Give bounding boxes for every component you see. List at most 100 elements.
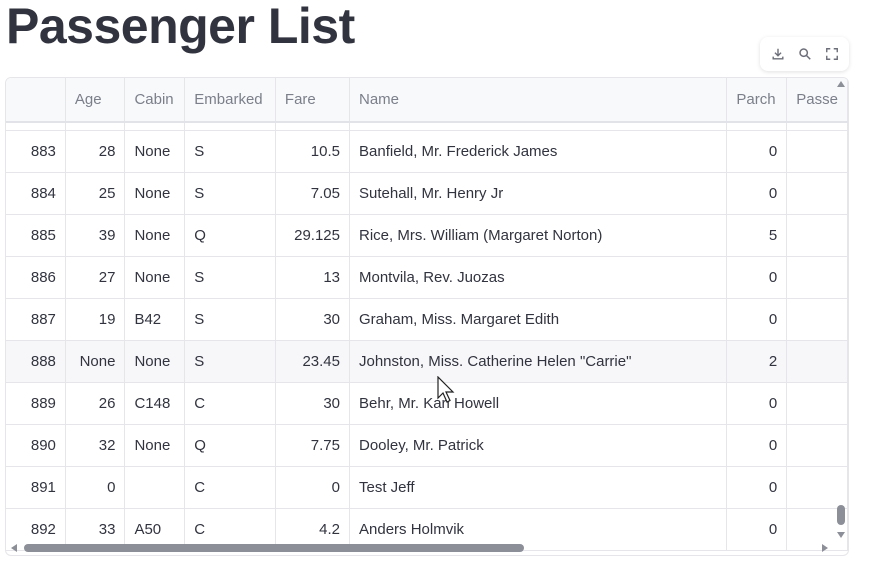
table-row[interactable]: 883 28 None S 10.5 Banfield, Mr. Frederick Ja… — [6, 130, 848, 173]
cell-age[interactable]: 19 — [65, 298, 126, 341]
scroll-down-arrow[interactable] — [837, 532, 845, 538]
cell-embarked[interactable]: Q — [184, 424, 276, 467]
table-row[interactable]: 889 26 C148 C 30 Behr, Mr. Karl Howell 0 — [6, 382, 848, 425]
column-header-age[interactable]: Age — [65, 78, 126, 123]
cell-parch[interactable]: 0 — [726, 130, 788, 173]
cell-cabin[interactable]: None — [124, 172, 186, 215]
cell-cabin[interactable]: None — [124, 424, 186, 467]
cell-age[interactable]: 28 — [65, 130, 126, 173]
row-index[interactable]: 886 — [6, 256, 66, 299]
column-header-embarked[interactable]: Embarked — [184, 78, 276, 123]
table-row[interactable]: 887 19 B42 S 30 Graham, Miss. Margaret Edith 0 — [6, 298, 848, 341]
cell-fare[interactable]: 30 — [275, 382, 351, 425]
cell-embarked[interactable]: Q — [184, 214, 276, 257]
cell-fare[interactable]: 13 — [275, 256, 351, 299]
cell-age[interactable]: 27 — [65, 256, 126, 299]
cell-name[interactable]: Banfield, Mr. Frederick James — [349, 130, 728, 173]
table-row[interactable]: 888 None None S 23.45 Johnston, Miss. Catheri… — [6, 340, 848, 383]
cell-embarked[interactable]: S — [184, 130, 276, 173]
row-index[interactable]: 890 — [6, 424, 66, 467]
cell-parch[interactable]: 5 — [726, 214, 788, 257]
cell-passengerid[interactable] — [786, 172, 848, 215]
cell-parch[interactable]: 0 — [726, 256, 788, 299]
cell-embarked[interactable]: S — [184, 298, 276, 341]
column-header-name[interactable]: Name — [349, 78, 728, 123]
fullscreen-button[interactable] — [821, 43, 843, 65]
cell-parch[interactable]: 0 — [726, 466, 788, 509]
cell-parch[interactable]: 0 — [726, 382, 788, 425]
cell-cabin[interactable]: None — [124, 340, 186, 383]
search-icon — [798, 48, 811, 60]
cell-name[interactable]: Test Jeff — [349, 466, 728, 509]
row-index[interactable]: 888 — [6, 340, 66, 383]
cell-parch[interactable]: 2 — [726, 340, 788, 383]
cell-name[interactable]: Dooley, Mr. Patrick — [349, 424, 728, 467]
cell-age[interactable]: 39 — [65, 214, 126, 257]
cell-embarked[interactable]: S — [184, 340, 276, 383]
search-button[interactable] — [794, 43, 816, 65]
cell-fare[interactable]: 10.5 — [275, 130, 351, 173]
column-header-fare[interactable]: Fare — [275, 78, 351, 123]
cell-fare[interactable]: 0 — [275, 466, 351, 509]
column-header-index[interactable] — [6, 78, 66, 123]
cell-parch[interactable]: 0 — [726, 172, 788, 215]
cell-cabin[interactable]: None — [124, 256, 186, 299]
table-row[interactable]: 885 39 None Q 29.125 Rice, Mrs. William (Marg… — [6, 214, 848, 257]
cell-fare[interactable]: 7.05 — [275, 172, 351, 215]
table-row[interactable]: 886 27 None S 13 Montvila, Rev. Juozas 0 — [6, 256, 848, 299]
cell-passengerid[interactable] — [786, 466, 848, 509]
cell-cabin[interactable]: None — [124, 130, 186, 173]
cell-parch[interactable]: 0 — [726, 424, 788, 467]
table-row[interactable]: 890 32 None Q 7.75 Dooley, Mr. Patrick 0 — [6, 424, 848, 467]
horizontal-scrollbar-thumb[interactable] — [24, 544, 524, 552]
scroll-left-arrow[interactable] — [11, 544, 17, 552]
table-row[interactable]: 884 25 None S 7.05 Sutehall, Mr. Henry Jr 0 — [6, 172, 848, 215]
cell-passengerid[interactable] — [786, 340, 848, 383]
cell-cabin[interactable] — [124, 466, 186, 509]
table-row[interactable]: 891 0 C 0 Test Jeff 0 — [6, 466, 848, 509]
cell-fare[interactable]: 7.75 — [275, 424, 351, 467]
row-index[interactable]: 884 — [6, 172, 66, 215]
row-index[interactable]: 889 — [6, 382, 66, 425]
cell-name[interactable]: Rice, Mrs. William (Margaret Norton) — [349, 214, 728, 257]
cell-passengerid[interactable] — [786, 424, 848, 467]
cell-cabin[interactable]: B42 — [124, 298, 186, 341]
cell-embarked[interactable]: S — [184, 172, 276, 215]
scroll-up-arrow[interactable] — [837, 81, 845, 87]
column-header-parch[interactable]: Parch — [726, 78, 788, 123]
cell-parch[interactable]: 0 — [726, 298, 788, 341]
cell-embarked[interactable]: C — [184, 382, 276, 425]
cell-name[interactable]: Sutehall, Mr. Henry Jr — [349, 172, 728, 215]
row-index[interactable]: 883 — [6, 130, 66, 173]
cell-passengerid[interactable] — [786, 256, 848, 299]
cell-age[interactable]: 26 — [65, 382, 126, 425]
cell-name[interactable]: Behr, Mr. Karl Howell — [349, 382, 728, 425]
cell-name[interactable]: Johnston, Miss. Catherine Helen "Carrie" — [349, 340, 728, 383]
passenger-table[interactable]: Age Cabin Embarked Fare Name Parch Passe… — [5, 77, 849, 556]
cell-name[interactable]: Montvila, Rev. Juozas — [349, 256, 728, 299]
row-index[interactable]: 887 — [6, 298, 66, 341]
vertical-scrollbar-thumb[interactable] — [837, 505, 845, 525]
cell-name[interactable]: Graham, Miss. Margaret Edith — [349, 298, 728, 341]
cell-age[interactable]: None — [65, 340, 126, 383]
cell-passengerid[interactable] — [786, 298, 848, 341]
scroll-right-arrow[interactable] — [822, 544, 828, 552]
cell-fare[interactable]: 23.45 — [275, 340, 351, 383]
cell-cabin[interactable]: C148 — [124, 382, 186, 425]
cell-cabin[interactable]: None — [124, 214, 186, 257]
row-index[interactable]: 891 — [6, 466, 66, 509]
cell-age[interactable]: 0 — [65, 466, 126, 509]
cell-embarked[interactable]: C — [184, 466, 276, 509]
cell-parch[interactable]: 0 — [726, 508, 788, 551]
row-index[interactable]: 885 — [6, 214, 66, 257]
download-button[interactable] — [767, 43, 789, 65]
cell-embarked[interactable]: S — [184, 256, 276, 299]
cell-age[interactable]: 25 — [65, 172, 126, 215]
column-header-cabin[interactable]: Cabin — [124, 78, 186, 123]
cell-passengerid[interactable] — [786, 130, 848, 173]
cell-passengerid[interactable] — [786, 214, 848, 257]
cell-fare[interactable]: 30 — [275, 298, 351, 341]
cell-fare[interactable]: 29.125 — [275, 214, 351, 257]
cell-passengerid[interactable] — [786, 382, 848, 425]
cell-age[interactable]: 32 — [65, 424, 126, 467]
